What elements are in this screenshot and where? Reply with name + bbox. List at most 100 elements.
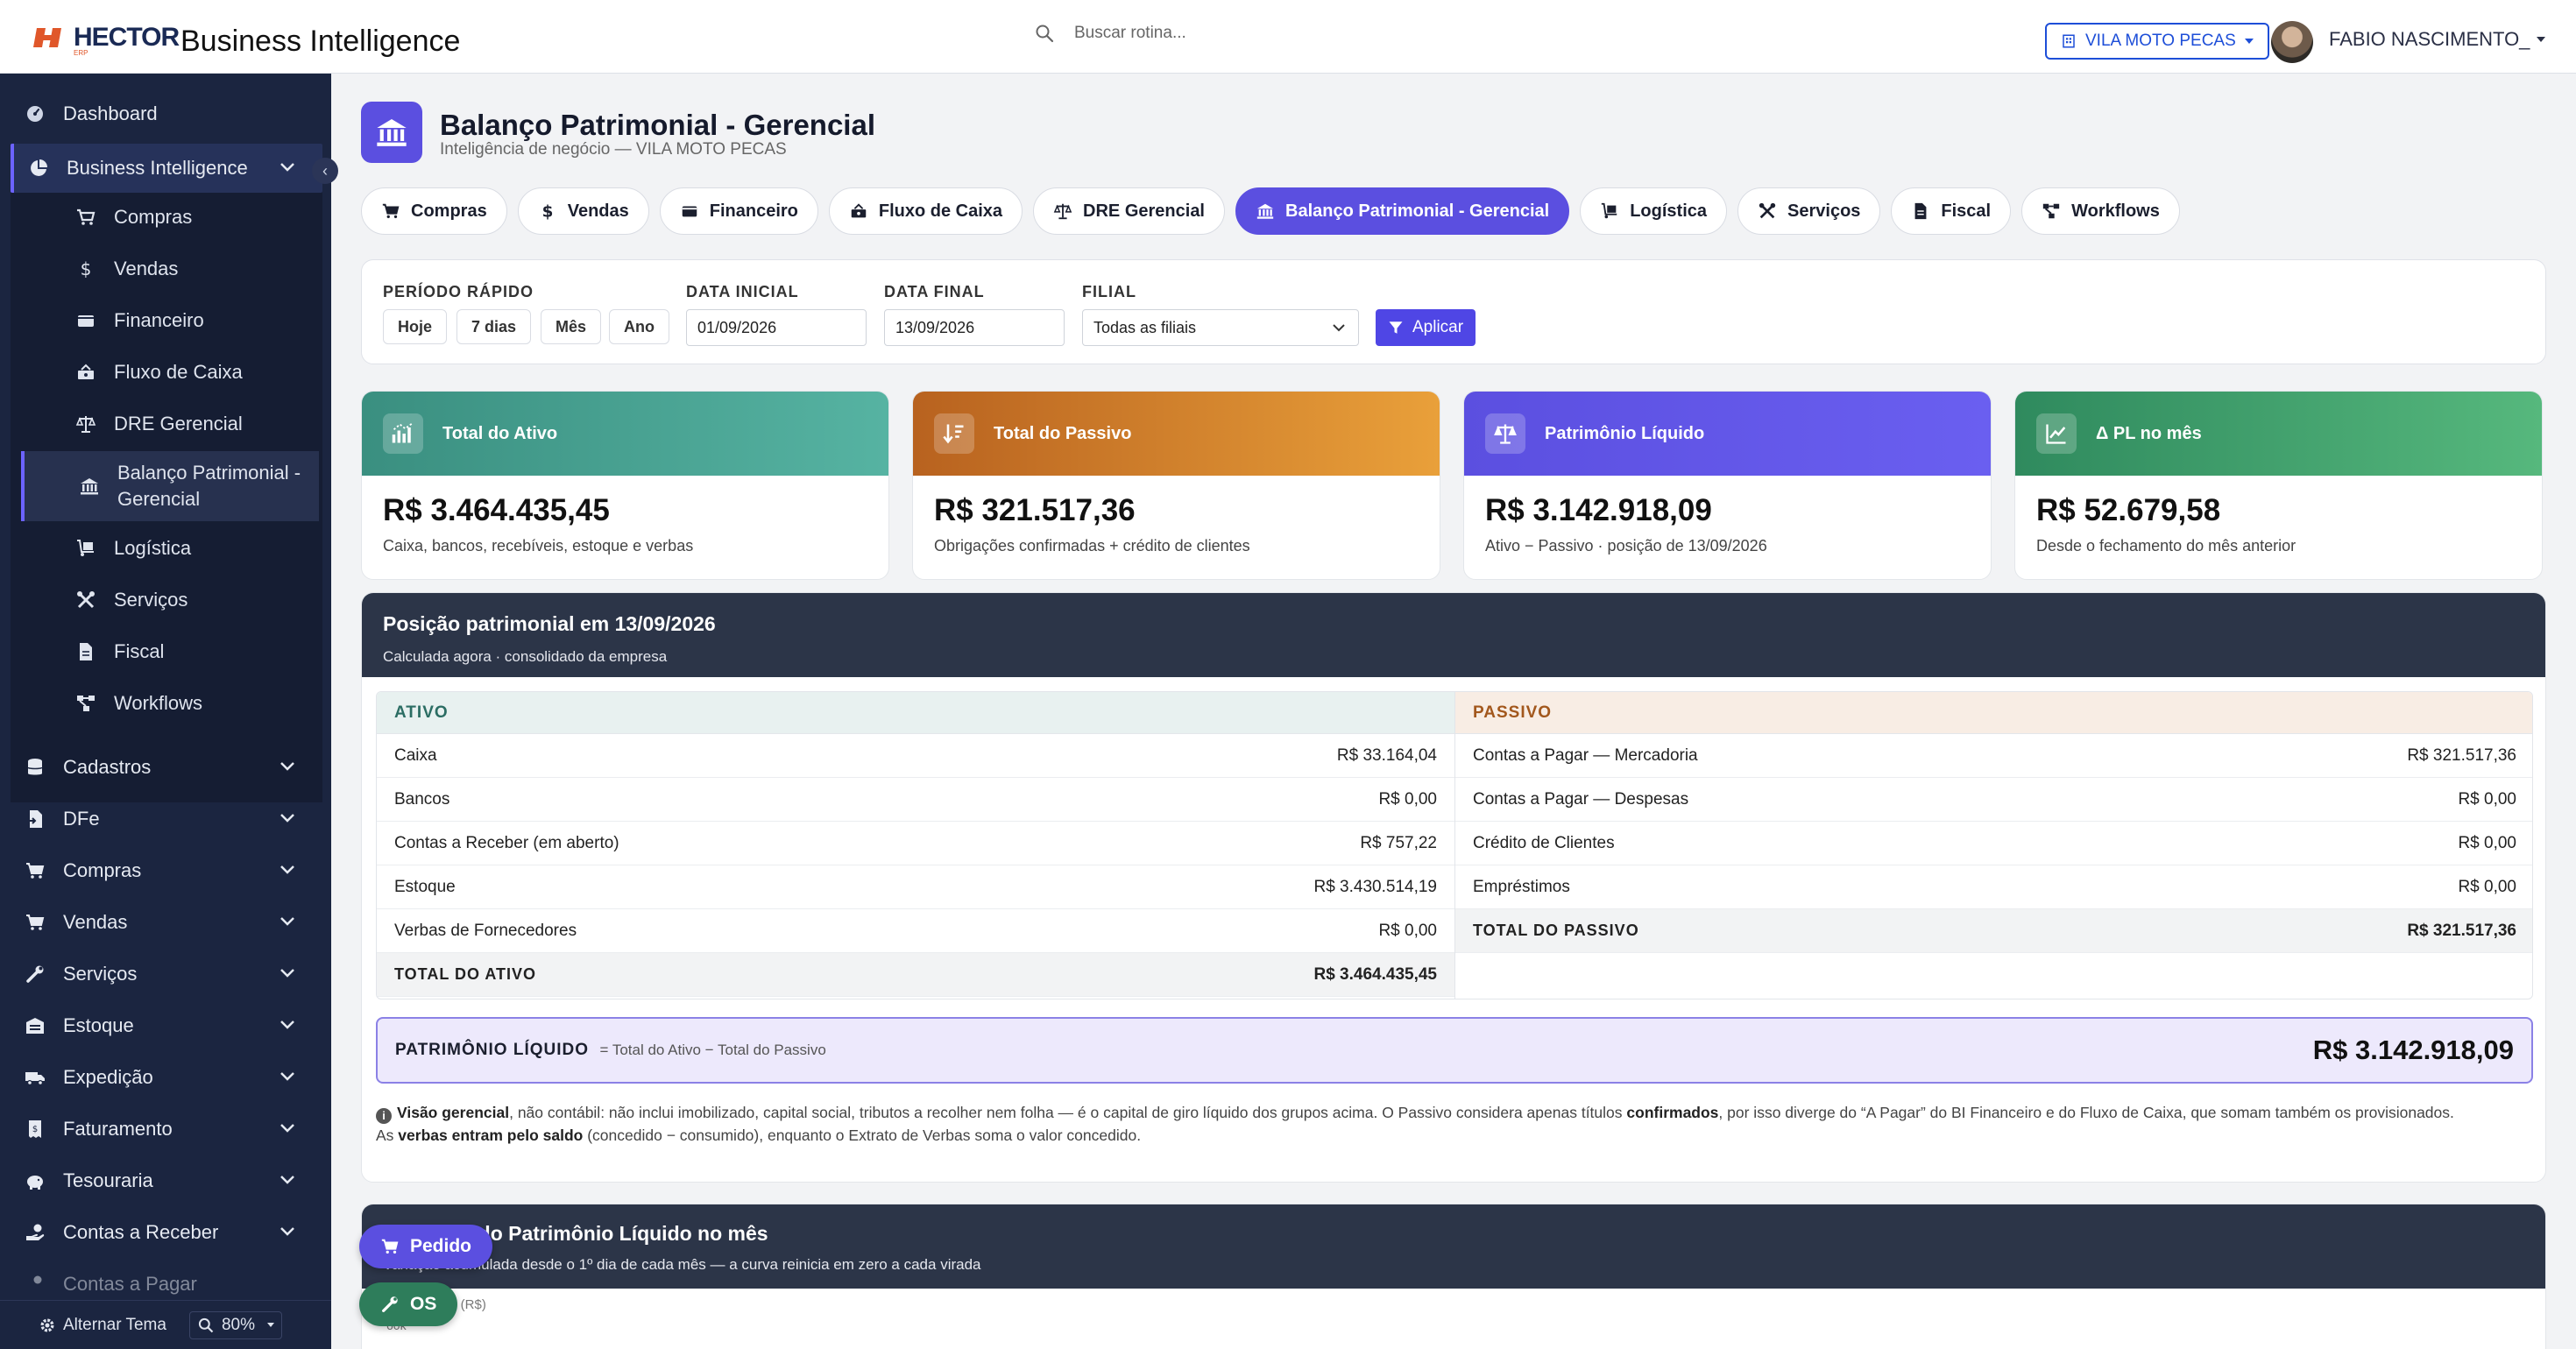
tab-financeiro[interactable]: Financeiro bbox=[659, 187, 818, 235]
sidebar-subitem-fluxo-de-caixa[interactable]: Fluxo de Caixa bbox=[21, 348, 319, 397]
tab-balanco-patrimonial-gerencial[interactable]: Balanço Patrimonial - Gerencial bbox=[1235, 187, 1570, 235]
pie-chart-icon bbox=[28, 158, 49, 179]
sidebar-subitem-fiscal[interactable]: Fiscal bbox=[21, 627, 319, 676]
search-box[interactable]: Buscar rotina... bbox=[1034, 23, 1186, 44]
table-row: Contas a Receber (em aberto) R$ 757,22 bbox=[377, 822, 1454, 865]
page-subtitle: Inteligência de negócio — VILA MOTO PECA… bbox=[440, 140, 787, 159]
quick-7-days-button[interactable]: 7 dias bbox=[456, 309, 532, 344]
quick-today-button[interactable]: Hoje bbox=[383, 309, 448, 344]
sidebar-collapse-button[interactable]: ‹ bbox=[312, 158, 338, 184]
pl-trend-header: Evolução do Patrimônio Líquido no mês Va… bbox=[362, 1204, 2545, 1289]
caret-down-icon bbox=[2537, 37, 2546, 42]
sidebar-item-label: Tesouraria bbox=[63, 1169, 153, 1191]
quick-month-button[interactable]: Mês bbox=[541, 309, 602, 344]
sidebar-subitem-compras[interactable]: Compras bbox=[21, 193, 319, 242]
ativo-header: ATIVO bbox=[377, 692, 1454, 734]
branch-selector-button[interactable]: VILA MOTO PECAS bbox=[2045, 23, 2269, 60]
balance-note: i Visão gerencial, não contábil: não incl… bbox=[376, 1101, 2531, 1147]
sidebar-item-tesouraria[interactable]: Tesouraria bbox=[11, 1156, 322, 1205]
chevron-down-icon bbox=[1332, 322, 1346, 333]
sidebar-item-label: Cadastros bbox=[63, 756, 152, 778]
chevron-down-icon bbox=[279, 760, 296, 773]
sidebar-subitem-workflows[interactable]: Workflows bbox=[21, 679, 319, 728]
sidebar-item-cadastros[interactable]: Cadastros bbox=[11, 743, 322, 792]
search-placeholder[interactable]: Buscar rotina... bbox=[1074, 24, 1186, 43]
new-order-fab[interactable]: Pedido bbox=[359, 1225, 493, 1268]
user-avatar[interactable] bbox=[2271, 21, 2313, 63]
sidebar-item-compras[interactable]: Compras bbox=[11, 846, 322, 895]
tab-workflows[interactable]: Workflows bbox=[2021, 187, 2180, 235]
branch-selector-label: VILA MOTO PECAS bbox=[2085, 32, 2236, 50]
theme-toggle-button[interactable]: Alternar Tema bbox=[39, 1316, 166, 1335]
sidebar-item-label: Dashboard bbox=[63, 102, 158, 124]
quick-year-button[interactable]: Ano bbox=[609, 309, 669, 344]
tab-logistica[interactable]: Logística bbox=[1580, 187, 1728, 235]
apply-filter-button[interactable]: Aplicar bbox=[1376, 309, 1476, 346]
start-date-input[interactable]: 01/09/2026 bbox=[686, 309, 867, 346]
tab-fluxo-de-caixa[interactable]: Fluxo de Caixa bbox=[828, 187, 1023, 235]
patrimonio-liquido-card: Patrimônio Líquido R$ 3.142.918,09 Ativo −… bbox=[1463, 391, 1992, 580]
note-text-3: As bbox=[376, 1127, 399, 1144]
table-row: Contas a Pagar — Despesas R$ 0,00 bbox=[1455, 778, 2532, 822]
kpi-header: Total do Passivo bbox=[913, 392, 1440, 476]
cash-flow-icon bbox=[849, 201, 868, 221]
sidebar-subitem-logistica[interactable]: Logística bbox=[21, 524, 319, 573]
gauge-icon bbox=[25, 103, 46, 124]
total-label: TOTAL DO PASSIVO bbox=[1473, 922, 1639, 939]
tab-servicos[interactable]: Serviços bbox=[1737, 187, 1881, 235]
sidebar-subitem-dre-gerencial[interactable]: DRE Gerencial bbox=[21, 399, 319, 448]
user-name: FABIO NASCIMENTO_ bbox=[2329, 28, 2530, 50]
cart-icon bbox=[25, 912, 46, 933]
branch-filter-select[interactable]: Todas as filiais bbox=[1082, 309, 1359, 346]
pl-trend-title: Evolução do Patrimônio Líquido no mês bbox=[383, 1222, 768, 1245]
new-service-order-fab[interactable]: OS bbox=[359, 1282, 458, 1326]
sidebar-subitem-financeiro[interactable]: Financeiro bbox=[21, 296, 319, 345]
svg-text:$: $ bbox=[541, 202, 553, 221]
sidebar-item-vendas[interactable]: Vendas bbox=[11, 898, 322, 947]
tab-fiscal[interactable]: Fiscal bbox=[1891, 187, 2012, 235]
table-total-row: TOTAL DO PASSIVO R$ 321.517,36 bbox=[1455, 909, 2532, 953]
caret-down-icon bbox=[2244, 39, 2254, 44]
sidebar-item-expedicao[interactable]: Expedição bbox=[11, 1053, 322, 1102]
row-label: Empréstimos bbox=[1473, 877, 1570, 896]
sidebar-subitem-balanco-patrimonial[interactable]: Balanço Patrimonial - Gerencial bbox=[21, 451, 319, 521]
table-row: Caixa R$ 33.164,04 bbox=[377, 734, 1454, 778]
user-menu[interactable]: FABIO NASCIMENTO_ bbox=[2329, 28, 2546, 51]
sidebar-subitem-label: Compras bbox=[114, 206, 193, 228]
sidebar-subitem-label: Serviços bbox=[114, 589, 188, 611]
main-content: Balanço Patrimonial - Gerencial Inteligê… bbox=[361, 98, 2546, 1349]
kpi-header: Δ PL no mês bbox=[2015, 392, 2542, 476]
hector-logo-mark bbox=[33, 28, 61, 47]
cart-icon bbox=[75, 207, 96, 228]
balance-card-header: Posição patrimonial em 13/09/2026 Calcul… bbox=[362, 593, 2545, 677]
sidebar-item-contas-a-receber[interactable]: Contas a Receber bbox=[11, 1208, 322, 1257]
tab-dre-gerencial[interactable]: DRE Gerencial bbox=[1033, 187, 1225, 235]
sidebar-item-estoque[interactable]: Estoque bbox=[11, 1001, 322, 1050]
sidebar-item-dashboard[interactable]: Dashboard bbox=[11, 89, 322, 138]
sidebar-subitem-vendas[interactable]: $ Vendas bbox=[21, 244, 319, 293]
sidebar-item-business-intelligence[interactable]: Business Intelligence bbox=[11, 144, 322, 193]
dollar-icon: $ bbox=[538, 201, 557, 221]
end-date-input[interactable]: 13/09/2026 bbox=[884, 309, 1065, 346]
info-icon: i bbox=[376, 1108, 392, 1124]
sidebar-item-faturamento[interactable]: $ Faturamento bbox=[11, 1105, 322, 1154]
passivo-column: PASSIVO Contas a Pagar — Mercadoria R$ 32… bbox=[1455, 692, 2532, 999]
sidebar-subitem-servicos[interactable]: Serviços bbox=[21, 576, 319, 625]
sidebar-item-servicos[interactable]: Serviços bbox=[11, 950, 322, 999]
hector-logo[interactable]: HECTOR ERP bbox=[33, 23, 180, 57]
table-total-row: TOTAL DO ATIVO R$ 3.464.435,45 bbox=[377, 953, 1454, 997]
branch-filter-label: FILIAL bbox=[1082, 283, 1136, 300]
passivo-header: PASSIVO bbox=[1455, 692, 2532, 734]
sidebar-item-dfe[interactable]: DFe bbox=[11, 795, 322, 844]
kpi-title: Total do Passivo bbox=[994, 423, 1132, 443]
zoom-selector[interactable]: 80% bbox=[188, 1310, 282, 1339]
hand-coin-icon bbox=[25, 1274, 46, 1295]
table-row: Contas a Pagar — Mercadoria R$ 321.517,36 bbox=[1455, 734, 2532, 778]
row-value: R$ 0,00 bbox=[1378, 789, 1437, 809]
sidebar-subitem-label: Vendas bbox=[114, 258, 179, 279]
tab-vendas[interactable]: $ Vendas bbox=[517, 187, 649, 235]
pl-trend-subtitle: Variação acumulada desde o 1º dia de cad… bbox=[383, 1256, 981, 1273]
tab-label: Compras bbox=[411, 201, 487, 221]
tab-compras[interactable]: Compras bbox=[361, 187, 507, 235]
wrench-icon bbox=[25, 964, 46, 985]
